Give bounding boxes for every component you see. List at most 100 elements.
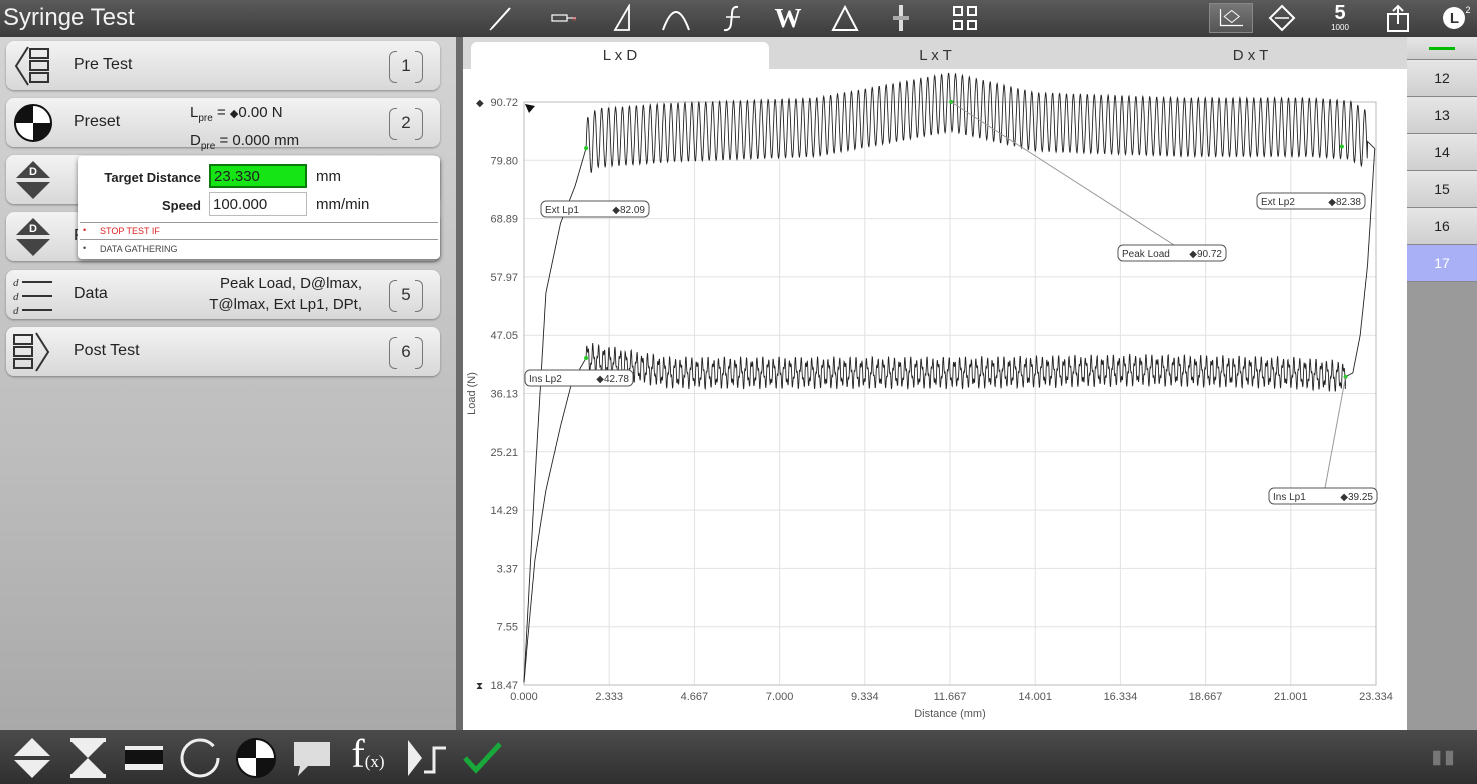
marker-value: ◆39.25 (1340, 492, 1373, 503)
cycle-button[interactable] (177, 735, 223, 781)
marker-value: ◆42.78 (596, 374, 629, 385)
y-axis-label: Load (N) (466, 372, 478, 415)
result-row-17[interactable]: 17 (1407, 245, 1477, 282)
x-tick-label: 23.334 (1359, 691, 1393, 703)
y-tick-label: 7.55 (497, 622, 518, 634)
axis-stepper-icon: ◆ (476, 98, 484, 109)
test-settings-popup: Target Distance mm Speed mm/min • STOP T… (78, 156, 440, 259)
result-row-13[interactable]: 13 (1407, 97, 1477, 134)
dpre-label: D (190, 132, 201, 149)
fx-label: f(x) (351, 734, 384, 782)
tab-dxt[interactable]: D x T (1103, 42, 1398, 69)
dpre-value: = 0.000 mm (219, 132, 300, 149)
integral-icon[interactable] (716, 3, 750, 33)
delta-icon[interactable] (828, 3, 862, 33)
clamp-icon[interactable] (884, 3, 918, 33)
stop-test-note[interactable]: STOP TEST IF (100, 226, 160, 236)
y-tick-label: 57.97 (490, 272, 518, 284)
dpre-sub: pre (200, 141, 216, 152)
x-axis-label: Distance (mm) (914, 708, 986, 720)
data-summary: Peak Load, D@lmax, T@lmax, Ext Lp1, DPt, (166, 273, 362, 315)
stepper-button[interactable] (9, 735, 55, 781)
units-icon[interactable]: 5 1000 (1322, 3, 1358, 33)
bottom-toolbar: f(x) (0, 730, 1477, 784)
lpre-sub: pre (198, 113, 213, 124)
bullet-icon: • (83, 225, 87, 235)
svg-text:D: D (29, 223, 37, 235)
result-row-14[interactable]: 14 (1407, 134, 1477, 171)
tab-lxd[interactable]: L x D (471, 42, 769, 69)
x-tick-label: 11.667 (934, 691, 967, 703)
svg-text:d: d (13, 291, 19, 303)
hourglass-button[interactable] (65, 735, 111, 781)
result-row-16[interactable]: 16 (1407, 208, 1477, 245)
diamond-icon[interactable] (1265, 3, 1299, 33)
result-row-12[interactable]: 12 (1407, 60, 1477, 97)
pen-icon[interactable] (484, 3, 518, 33)
pre-test-icon (14, 46, 49, 86)
fx-f: f (351, 731, 365, 776)
step-number: 2 (389, 108, 423, 140)
step-pre-test[interactable]: Pre Test 1 (6, 41, 440, 90)
w-label: W (774, 2, 802, 33)
block-button[interactable] (121, 735, 167, 781)
marker-leader-line (950, 101, 1175, 246)
column-header[interactable] (1407, 37, 1477, 60)
svg-text:D: D (29, 166, 37, 178)
test-diamond-icon: D (16, 161, 50, 199)
pause-icon (1433, 750, 1454, 766)
lpre-value: 0.00 N (238, 104, 283, 121)
target-unit: mm (316, 168, 341, 185)
result-row-15[interactable]: 15 (1407, 171, 1477, 208)
panel-divider[interactable] (456, 37, 463, 730)
data-line-1: Peak Load, D@lmax, (220, 275, 362, 292)
units-badge: 1000 (1331, 23, 1349, 32)
target-distance-input[interactable] (209, 164, 307, 188)
y-tick-label: 36.13 (490, 389, 518, 401)
svg-text:×: × (572, 15, 578, 23)
step-name: Post Test (74, 342, 140, 359)
step-post-test[interactable]: Post Test 6 (6, 327, 440, 376)
marker-value: ◆90.72 (1189, 249, 1222, 260)
stop-diamond-icon: D (16, 218, 50, 256)
data-gathering-note[interactable]: DATA GATHERING (100, 244, 178, 254)
flag-step-button[interactable] (403, 735, 449, 781)
triangle-slope-icon[interactable] (605, 3, 639, 33)
login-superscript: 2 (1465, 5, 1471, 15)
syringe-icon[interactable]: × (544, 3, 584, 33)
post-test-icon (13, 332, 50, 372)
fx-sub: (x) (364, 752, 385, 771)
marker-point (1339, 144, 1344, 149)
pause-button[interactable] (1424, 735, 1464, 781)
step-number: 1 (389, 51, 423, 83)
comment-button[interactable] (289, 735, 335, 781)
load-distance-chart[interactable]: 0.000 2.333 4.667 7.000 9.334 11.667 14.001 16.… (463, 69, 1407, 730)
accept-button[interactable] (459, 735, 505, 781)
step-preset[interactable]: Preset Lpre = ◆0.00 N Dpre = 0.000 mm 2 (6, 98, 440, 152)
marker-label: Ext Lp1 (545, 205, 579, 216)
graph-view-icon[interactable] (1209, 3, 1253, 33)
up-down-arrows-icon (14, 738, 50, 778)
w-icon[interactable]: W (771, 3, 805, 33)
test-steps-panel: Pre Test 1 Preset Lpre = ◆0.00 N Dpre = … (0, 37, 456, 730)
x-tick-label: 2.333 (595, 691, 623, 703)
y-tick-label: 18.47 (490, 680, 518, 692)
step-data[interactable]: d d d Data Peak Load, D@lmax, T@lmax, Ex… (6, 270, 440, 319)
marker-point (584, 355, 589, 360)
step-name: Data (74, 285, 108, 302)
tab-lxt[interactable]: L x T (788, 42, 1083, 69)
marker-label: Ext Lp2 (1261, 197, 1295, 208)
peak-curve-icon[interactable] (659, 3, 693, 33)
divider (80, 222, 438, 223)
preset-button[interactable] (233, 735, 279, 781)
y-tick-label: 79.80 (490, 155, 518, 167)
comment-icon (294, 742, 330, 776)
export-icon[interactable] (1381, 3, 1415, 33)
login-icon[interactable]: L 2 (1437, 3, 1477, 33)
checkmark-icon (463, 742, 502, 774)
function-button[interactable]: f(x) (345, 734, 391, 782)
grid-icon[interactable] (948, 3, 982, 33)
marker-point (584, 146, 589, 151)
x-tick-label: 9.334 (851, 691, 879, 703)
speed-input[interactable] (209, 192, 307, 216)
